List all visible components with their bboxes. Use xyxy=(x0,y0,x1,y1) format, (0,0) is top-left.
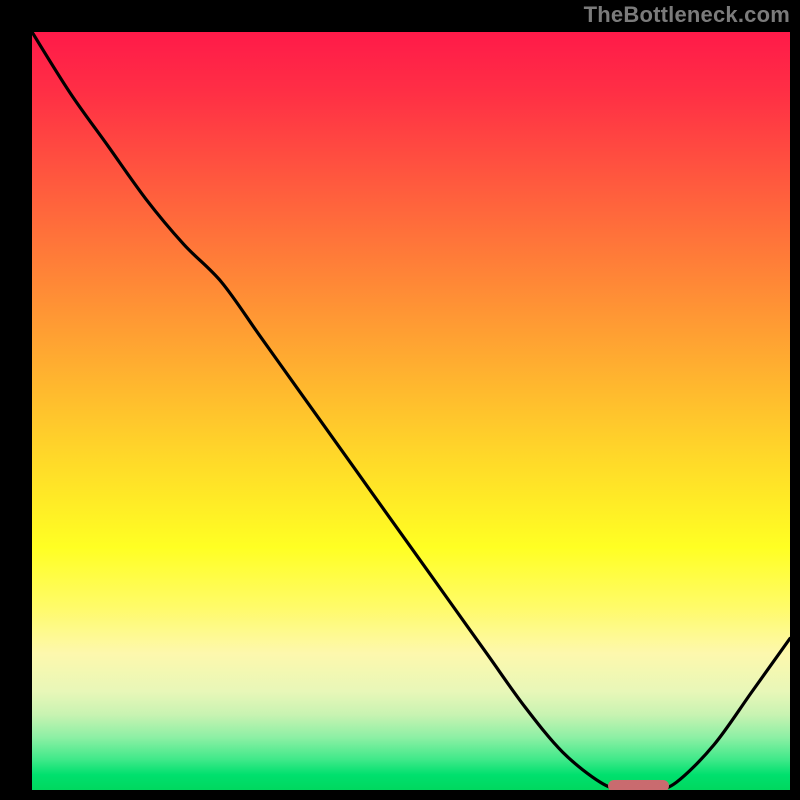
watermark-label: TheBottleneck.com xyxy=(584,4,790,26)
bottleneck-curve xyxy=(32,32,790,790)
chart-frame: TheBottleneck.com xyxy=(0,0,800,800)
plot-area xyxy=(32,32,790,790)
optimum-marker xyxy=(608,780,669,790)
